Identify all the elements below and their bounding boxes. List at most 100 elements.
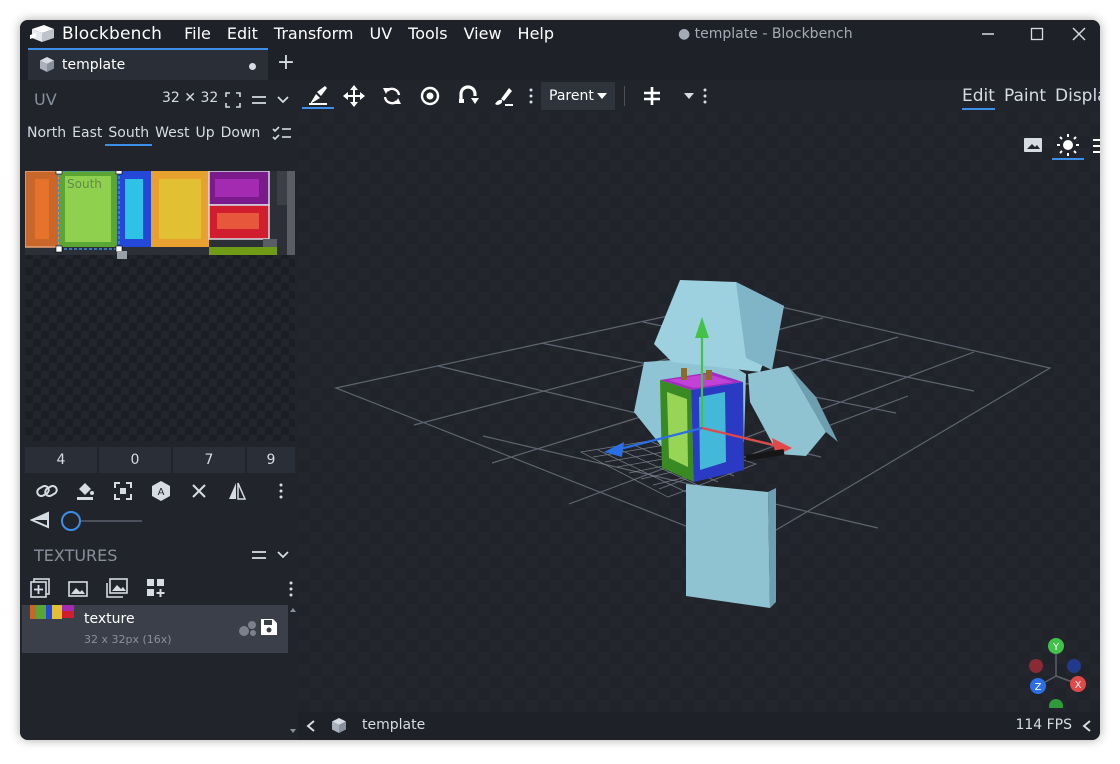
- title-bar: Blockbench File Edit Transform UV Tools …: [20, 20, 1100, 48]
- gizmo-y-label: Y: [1052, 642, 1060, 653]
- mode-tab-paint[interactable]: Paint: [1004, 84, 1046, 108]
- gizmo-x-label: X: [1075, 680, 1082, 691]
- minimize-button[interactable]: [978, 24, 998, 44]
- uv-coord-input[interactable]: 0: [99, 447, 171, 473]
- svg-text:A: A: [158, 487, 165, 498]
- blockbench-icon: [30, 25, 54, 42]
- mirror-button[interactable]: [218, 478, 256, 504]
- panel-menu-icon[interactable]: [250, 92, 268, 108]
- image-icon[interactable]: [1023, 136, 1043, 154]
- model-icon: [40, 57, 54, 72]
- more-vertical-icon[interactable]: [278, 482, 284, 500]
- left-panel: UV 32 ✕ 32 North East South West Up Down: [20, 80, 298, 740]
- rotation-slider-handle[interactable]: [61, 511, 81, 531]
- more-vertical-icon[interactable]: [528, 88, 534, 104]
- uv-panel-title: UV: [34, 89, 57, 109]
- uv-editor-canvas[interactable]: South: [25, 171, 295, 441]
- maximize-button[interactable]: [1027, 24, 1047, 44]
- import-texture-icon[interactable]: [68, 578, 88, 598]
- texture-meta: 32 x 32px (16x): [84, 633, 172, 646]
- caret-down-icon[interactable]: [684, 93, 694, 100]
- status-bar: template 114 FPS: [298, 712, 1100, 740]
- add-tab-button[interactable]: +: [276, 51, 296, 75]
- menu-view[interactable]: View: [456, 20, 510, 48]
- magnet-button[interactable]: [452, 83, 484, 109]
- model-icon: [332, 718, 346, 733]
- vertex-snap-button[interactable]: [302, 83, 334, 109]
- chevron-down-icon[interactable]: [276, 93, 290, 107]
- uv-size-label: 32 ✕ 32: [162, 90, 219, 106]
- toolbar-divider: [624, 86, 625, 106]
- brush-button[interactable]: [488, 83, 520, 109]
- maximize-uv-button[interactable]: [104, 478, 142, 504]
- pivot-button[interactable]: [414, 83, 446, 109]
- mirror-icon: [229, 482, 247, 500]
- tab-north[interactable]: North: [24, 122, 69, 146]
- rotate-icon: [383, 87, 401, 105]
- save-icon[interactable]: [260, 618, 278, 636]
- lighting-toggle[interactable]: [1052, 132, 1084, 160]
- maximize-icon: [1030, 27, 1044, 41]
- rotate-button[interactable]: [376, 83, 408, 109]
- menu-transform[interactable]: Transform: [266, 20, 362, 48]
- pivot-mode-dropdown[interactable]: Parent: [541, 82, 615, 110]
- scroll-up-icon[interactable]: [290, 607, 296, 613]
- tab-template[interactable]: template: [28, 48, 268, 80]
- texture-list-item[interactable]: texture 32 x 32px (16x): [22, 605, 288, 653]
- expand-icon: [114, 482, 132, 500]
- add-grid-icon[interactable]: [146, 578, 166, 598]
- 3d-viewport[interactable]: Y X Z: [298, 112, 1100, 712]
- tab-down[interactable]: Down: [218, 122, 264, 146]
- viewport-menu-icon[interactable]: [1093, 138, 1100, 154]
- more-vertical-icon[interactable]: [702, 88, 708, 104]
- uv-coordinate-row: 4 0 7 9: [25, 447, 295, 473]
- tab-west[interactable]: West: [152, 122, 192, 146]
- tab-up[interactable]: Up: [192, 122, 217, 146]
- orientation-gizmo[interactable]: Y X Z: [1026, 632, 1098, 708]
- chevron-left-icon[interactable]: [306, 720, 316, 732]
- chevron-left-icon[interactable]: [1082, 720, 1092, 732]
- scroll-down-icon[interactable]: [290, 728, 296, 734]
- close-icon: [1072, 27, 1086, 41]
- translate-button[interactable]: [338, 83, 370, 109]
- app-name: Blockbench: [62, 24, 163, 44]
- fill-button[interactable]: [66, 478, 104, 504]
- menu-help[interactable]: Help: [510, 20, 562, 48]
- texture-folder-icon[interactable]: [106, 578, 128, 598]
- close-button[interactable]: [1069, 24, 1089, 44]
- axis-cross-icon: [644, 87, 660, 105]
- sun-icon: [1057, 134, 1079, 156]
- more-vertical-icon[interactable]: [288, 580, 294, 598]
- close-icon: [192, 484, 206, 498]
- unsaved-indicator[interactable]: [249, 63, 256, 70]
- add-texture-icon[interactable]: [30, 578, 50, 598]
- auto-uv-button[interactable]: A: [142, 478, 180, 504]
- clear-uv-button[interactable]: [180, 478, 218, 504]
- uv-face-label: South: [67, 177, 102, 191]
- fullscreen-icon[interactable]: [224, 91, 242, 109]
- checklist-icon[interactable]: [272, 125, 292, 143]
- menu-tools[interactable]: Tools: [400, 20, 455, 48]
- caret-down-icon: [597, 93, 607, 99]
- chevron-down-icon[interactable]: [276, 548, 290, 562]
- uv-coord-input[interactable]: 9: [247, 447, 295, 473]
- app-logo: Blockbench: [30, 20, 162, 48]
- main-toolbar: Parent Edit Paint Display: [298, 80, 1100, 112]
- tab-south[interactable]: South: [105, 122, 153, 146]
- move-tool-icon: [309, 86, 327, 105]
- link-button[interactable]: [28, 478, 66, 504]
- panel-menu-icon[interactable]: [250, 547, 268, 563]
- textures-panel-title: TEXTURES: [34, 545, 118, 565]
- tab-label: template: [62, 57, 126, 73]
- magnet-icon: [459, 85, 479, 104]
- menu-file[interactable]: File: [176, 20, 219, 48]
- particle-icon[interactable]: [238, 619, 258, 637]
- menu-uv[interactable]: UV: [361, 20, 400, 48]
- mode-tab-edit[interactable]: Edit: [962, 84, 995, 110]
- transform-space-button[interactable]: [636, 83, 668, 109]
- uv-coord-input[interactable]: 4: [25, 447, 97, 473]
- uv-coord-input[interactable]: 7: [173, 447, 245, 473]
- tab-east[interactable]: East: [69, 122, 105, 146]
- mode-tab-display[interactable]: Display: [1055, 84, 1100, 108]
- menu-edit[interactable]: Edit: [219, 20, 266, 48]
